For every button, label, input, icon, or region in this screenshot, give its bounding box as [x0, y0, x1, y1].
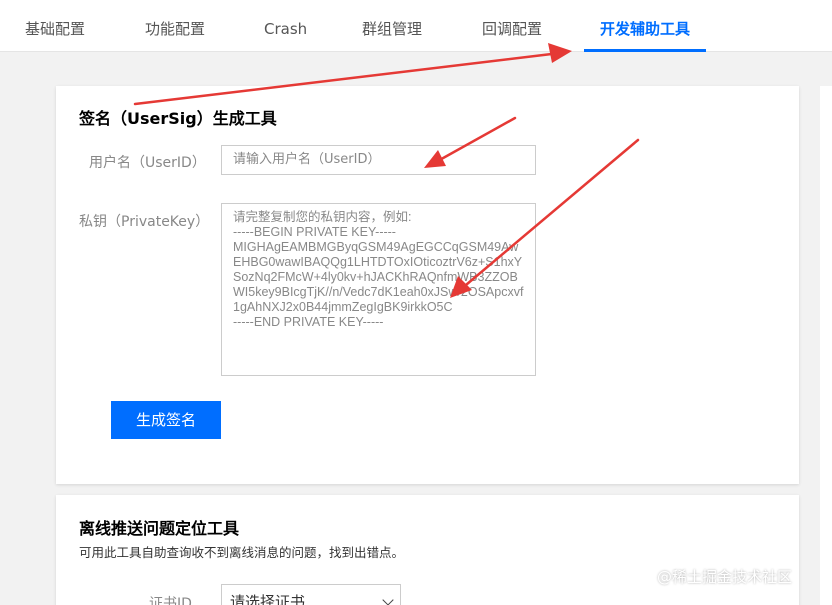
tab-group-management[interactable]: 群组管理 [362, 0, 422, 52]
tab-dev-tools[interactable]: 开发辅助工具 [583, 0, 707, 52]
usersig-tool-title: 签名（UserSig）生成工具 [79, 109, 277, 128]
watermark: @稀土掘金技术社区 [657, 568, 793, 586]
offline-push-tool-card: 离线推送问题定位工具 可用此工具自助查询收不到离线消息的问题，找到出错点。 证书… [56, 495, 799, 605]
private-key-label: 私钥（PrivateKey） [79, 214, 210, 230]
generate-signature-button[interactable]: 生成签名 [111, 401, 221, 439]
offline-push-tool-title: 离线推送问题定位工具 [79, 519, 240, 538]
cert-select[interactable]: 请选择证书 [221, 584, 401, 605]
usersig-tool-card: 签名（UserSig）生成工具 用户名（UserID） 请输入用户名（UserI… [56, 86, 799, 484]
tab-basic-config[interactable]: 基础配置 [25, 0, 85, 52]
tab-callback-config[interactable]: 回调配置 [482, 0, 542, 52]
private-key-textarea[interactable]: 请完整复制您的私钥内容，例如: -----BEGIN PRIVATE KEY--… [221, 203, 536, 376]
tab-bar: 基础配置 功能配置 Crash 群组管理 回调配置 开发辅助工具 [0, 0, 832, 52]
chevron-down-icon [382, 594, 394, 605]
tab-crash[interactable]: Crash [264, 0, 307, 52]
adjacent-panel-edge [820, 86, 832, 605]
offline-push-tool-description: 可用此工具自助查询收不到离线消息的问题，找到出错点。 [79, 545, 405, 560]
cert-id-label: 证书ID [149, 596, 192, 605]
userid-label: 用户名（UserID） [89, 155, 206, 171]
userid-input[interactable]: 请输入用户名（UserID） [221, 145, 536, 175]
cert-select-value: 请选择证书 [230, 593, 306, 605]
tab-feature-config[interactable]: 功能配置 [145, 0, 205, 52]
